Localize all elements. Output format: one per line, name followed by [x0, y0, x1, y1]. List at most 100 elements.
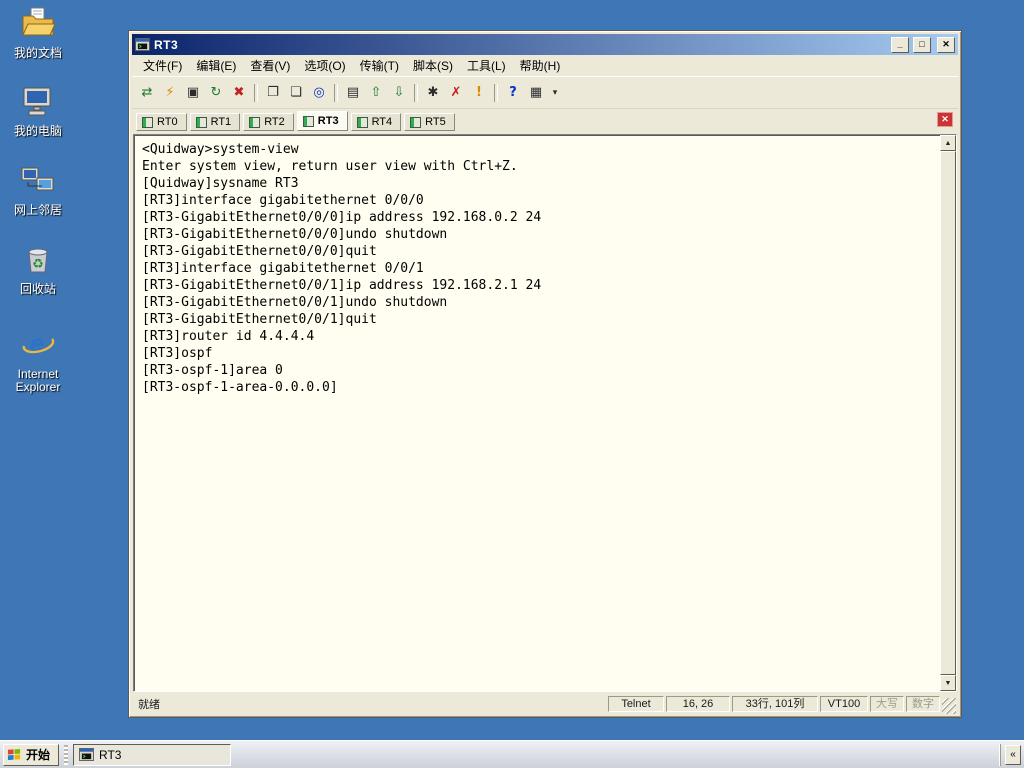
network-places-icon — [21, 163, 55, 197]
status-terminal-size: 33行, 101列 — [732, 696, 818, 712]
session-status-icon — [410, 116, 422, 128]
reconnect-icon[interactable]: ↻ — [205, 82, 227, 104]
internet-explorer-icon: e — [21, 327, 55, 361]
find-icon[interactable]: ◎ — [308, 82, 330, 104]
toolbar-separator — [254, 83, 258, 102]
close-button[interactable]: ✕ — [937, 36, 955, 53]
send-file-icon[interactable]: ⇧ — [365, 82, 387, 104]
tab-label: RT5 — [425, 116, 446, 128]
terminal-output[interactable]: <Quidway>system-view Enter system view, … — [134, 135, 940, 691]
maximize-button[interactable]: □ — [913, 36, 931, 53]
tab-rt0[interactable]: RT0 — [136, 113, 187, 131]
menu-options[interactable]: 选项(O) — [297, 55, 352, 76]
terminal-window: RT3 _ □ ✕ 文件(F) 编辑(E) 查看(V) 选项(O) 传输(T) … — [128, 30, 962, 718]
status-ready: 就绪 — [138, 699, 160, 711]
tab-label: RT2 — [264, 116, 285, 128]
tab-rt2[interactable]: RT2 — [243, 113, 294, 131]
session-status-icon — [249, 116, 261, 128]
session-status-icon — [195, 116, 207, 128]
taskbar: 开始 RT3 « — [0, 740, 1024, 768]
tab-bar: RT0 RT1 RT2 RT3 RT4 RT5 ✕ — [132, 109, 958, 132]
desktop: 我的文档 我的电脑 网上邻居 ♻ 回收站 e Internet Explorer… — [0, 0, 1024, 768]
tab-connect-icon[interactable]: ▣ — [182, 82, 204, 104]
paste-icon[interactable]: ❏ — [285, 82, 307, 104]
desktop-icon-label: 回收站 — [19, 282, 56, 296]
start-button[interactable]: 开始 — [3, 743, 60, 766]
status-num-indicator: 数字 — [906, 696, 940, 712]
desktop-icon-label: 网上邻居 — [13, 203, 62, 217]
tab-rt5[interactable]: RT5 — [404, 113, 455, 131]
recycle-bin-icon: ♻ — [21, 242, 55, 276]
help-icon[interactable]: ? — [502, 82, 524, 104]
tab-label: RT1 — [210, 116, 232, 128]
desktop-icon-my-documents[interactable]: 我的文档 — [0, 6, 76, 60]
my-computer-icon — [21, 84, 55, 118]
keymap-icon[interactable]: ✗ — [445, 82, 467, 104]
session-status-icon — [356, 116, 368, 128]
desktop-icon-label: 我的文档 — [13, 46, 62, 60]
minimize-button[interactable]: _ — [891, 36, 909, 53]
terminal-scrollbar[interactable]: ▲ ▼ — [940, 135, 956, 691]
status-cursor-position: 16, 26 — [666, 696, 730, 712]
desktop-icon-recycle-bin[interactable]: ♻ 回收站 — [0, 242, 76, 296]
status-emulation: VT100 — [820, 696, 868, 712]
receive-file-icon[interactable]: ⇩ — [388, 82, 410, 104]
menu-view[interactable]: 查看(V) — [243, 55, 297, 76]
taskbar-tray: « — [1000, 743, 1021, 766]
tab-close-button[interactable]: ✕ — [937, 112, 953, 127]
session-status-icon — [302, 115, 314, 127]
status-protocol: Telnet — [608, 696, 664, 712]
taskbar-item-label: RT3 — [99, 747, 122, 762]
status-caps-indicator: 大写 — [870, 696, 904, 712]
tab-label: RT3 — [317, 115, 339, 127]
menu-bar: 文件(F) 编辑(E) 查看(V) 选项(O) 传输(T) 脚本(S) 工具(L… — [132, 55, 958, 76]
connect-icon[interactable]: ⇄ — [136, 82, 158, 104]
tray-chevron-icon[interactable]: « — [1005, 744, 1021, 765]
desktop-icon-label: 我的电脑 — [13, 124, 62, 138]
menu-file[interactable]: 文件(F) — [136, 55, 189, 76]
session-status-icon — [142, 116, 153, 128]
svg-text:♻: ♻ — [32, 256, 44, 271]
terminal-area: <Quidway>system-view Enter system view, … — [133, 134, 957, 692]
tab-rt1[interactable]: RT1 — [189, 113, 241, 131]
scroll-down-icon[interactable]: ▼ — [940, 675, 956, 691]
menu-script[interactable]: 脚本(S) — [406, 55, 460, 76]
menu-transfer[interactable]: 传输(T) — [353, 55, 406, 76]
menu-tools[interactable]: 工具(L) — [460, 55, 513, 76]
properties-icon[interactable]: ✱ — [422, 82, 444, 104]
desktop-icon-network-places[interactable]: 网上邻居 — [0, 163, 76, 217]
toolbar-overflow-icon[interactable]: ▾ — [548, 82, 562, 104]
window-title: RT3 — [154, 37, 179, 52]
toolbar-separator — [334, 83, 338, 102]
status-bar: 就绪 Telnet 16, 26 33行, 101列 VT100 大写 数字 — [132, 693, 958, 714]
print-icon[interactable]: ▤ — [342, 82, 364, 104]
my-documents-icon — [21, 6, 56, 40]
tab-rt3[interactable]: RT3 — [296, 111, 348, 131]
menu-help[interactable]: 帮助(H) — [513, 55, 568, 76]
windows-logo-icon — [7, 748, 22, 762]
taskbar-drag-handle[interactable] — [64, 744, 69, 765]
session-manager-icon[interactable]: ▦ — [525, 82, 547, 104]
resize-grip[interactable] — [942, 698, 956, 714]
desktop-icon-label: Internet Explorer — [15, 367, 61, 394]
tab-label: RT4 — [371, 116, 393, 128]
desktop-icon-internet-explorer[interactable]: e Internet Explorer — [0, 327, 76, 394]
tab-rt4[interactable]: RT4 — [350, 113, 402, 131]
app-icon — [135, 38, 150, 51]
toolbar-separator — [494, 83, 498, 102]
scrollbar-thumb[interactable] — [940, 151, 956, 675]
toolbar: ⇄ ⚡ ▣ ↻ ✖ ❐ ❏ ◎ ▤ ⇧ ⇩ ✱ ✗ ! ? ▦ ▾ — [132, 76, 958, 109]
scroll-up-icon[interactable]: ▲ — [940, 135, 956, 151]
svg-text:e: e — [30, 328, 44, 358]
app-icon — [79, 748, 94, 761]
menu-edit[interactable]: 编辑(E) — [189, 55, 243, 76]
start-label: 开始 — [26, 748, 51, 762]
toolbar-separator — [414, 83, 418, 102]
desktop-icon-my-computer[interactable]: 我的电脑 — [0, 84, 76, 138]
copy-icon[interactable]: ❐ — [262, 82, 284, 104]
bell-icon[interactable]: ! — [468, 82, 490, 104]
taskbar-item-rt3[interactable]: RT3 — [73, 743, 232, 766]
quick-connect-icon[interactable]: ⚡ — [159, 82, 181, 104]
disconnect-icon[interactable]: ✖ — [228, 82, 250, 104]
window-titlebar[interactable]: RT3 _ □ ✕ — [132, 34, 958, 55]
